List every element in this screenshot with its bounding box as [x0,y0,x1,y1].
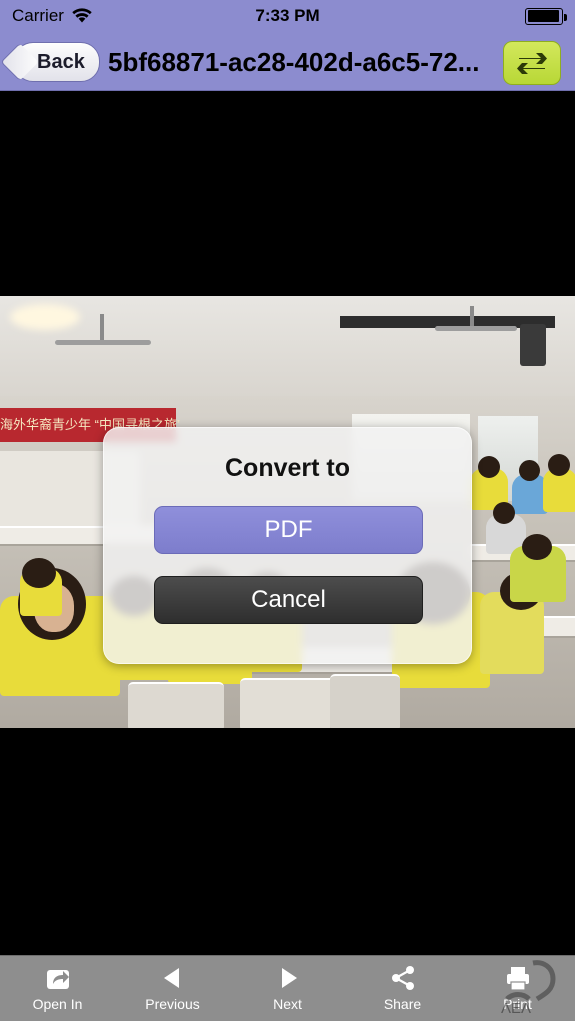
next-triangle-icon [274,963,302,993]
pdf-button[interactable]: PDF [154,506,423,554]
toolbar-label-next: Next [273,996,302,1012]
toolbar-item-share[interactable]: Share [345,956,460,1021]
toolbar-item-print[interactable]: Print [460,956,575,1021]
alert-title: Convert to [225,454,350,482]
toolbar-item-previous[interactable]: Previous [115,956,230,1021]
bottom-toolbar: Open In Previous Next Share Print ΛΕΛ [0,955,575,1021]
convert-button[interactable] [503,41,561,85]
toolbar-label-previous: Previous [145,996,200,1012]
carrier-label: Carrier [12,6,64,25]
convert-to-alert: Convert to PDF Cancel [103,427,472,664]
swap-arrows-icon [515,50,549,76]
open-in-icon [44,963,72,993]
back-button-label: Back [37,50,85,73]
status-bar-left: Carrier [12,6,525,26]
toolbar-item-next[interactable]: Next [230,956,345,1021]
printer-icon [504,963,532,993]
share-node-icon [389,963,417,993]
photo-viewer[interactable]: 海外华裔青少年 “中国寻根之旅” Convert to PDF Cancel [0,91,575,956]
phone-screen: Carrier 7:33 PM Back 5bf68871-ac28-402d-… [0,0,575,1021]
page-title: 5bf68871-ac28-402d-a6c5-72... [108,47,480,77]
wifi-icon [71,8,93,24]
back-button[interactable]: Back [14,42,100,82]
toolbar-label-print: Print [503,996,532,1012]
toolbar-label-share: Share [383,996,422,1012]
status-bar: Carrier 7:33 PM [0,0,575,32]
alert-overlay: Convert to PDF Cancel [0,182,575,956]
toolbar-item-open-in[interactable]: Open In [0,956,115,1021]
battery-full-icon [525,7,567,25]
status-bar-right [525,7,567,25]
previous-triangle-icon [159,963,187,993]
toolbar-label-open-in: Open In [32,996,83,1012]
navigation-bar: Back 5bf68871-ac28-402d-a6c5-72... [0,32,575,91]
cancel-button-label: Cancel [251,586,326,613]
pdf-button-label: PDF [264,516,313,543]
cancel-button[interactable]: Cancel [154,576,423,624]
